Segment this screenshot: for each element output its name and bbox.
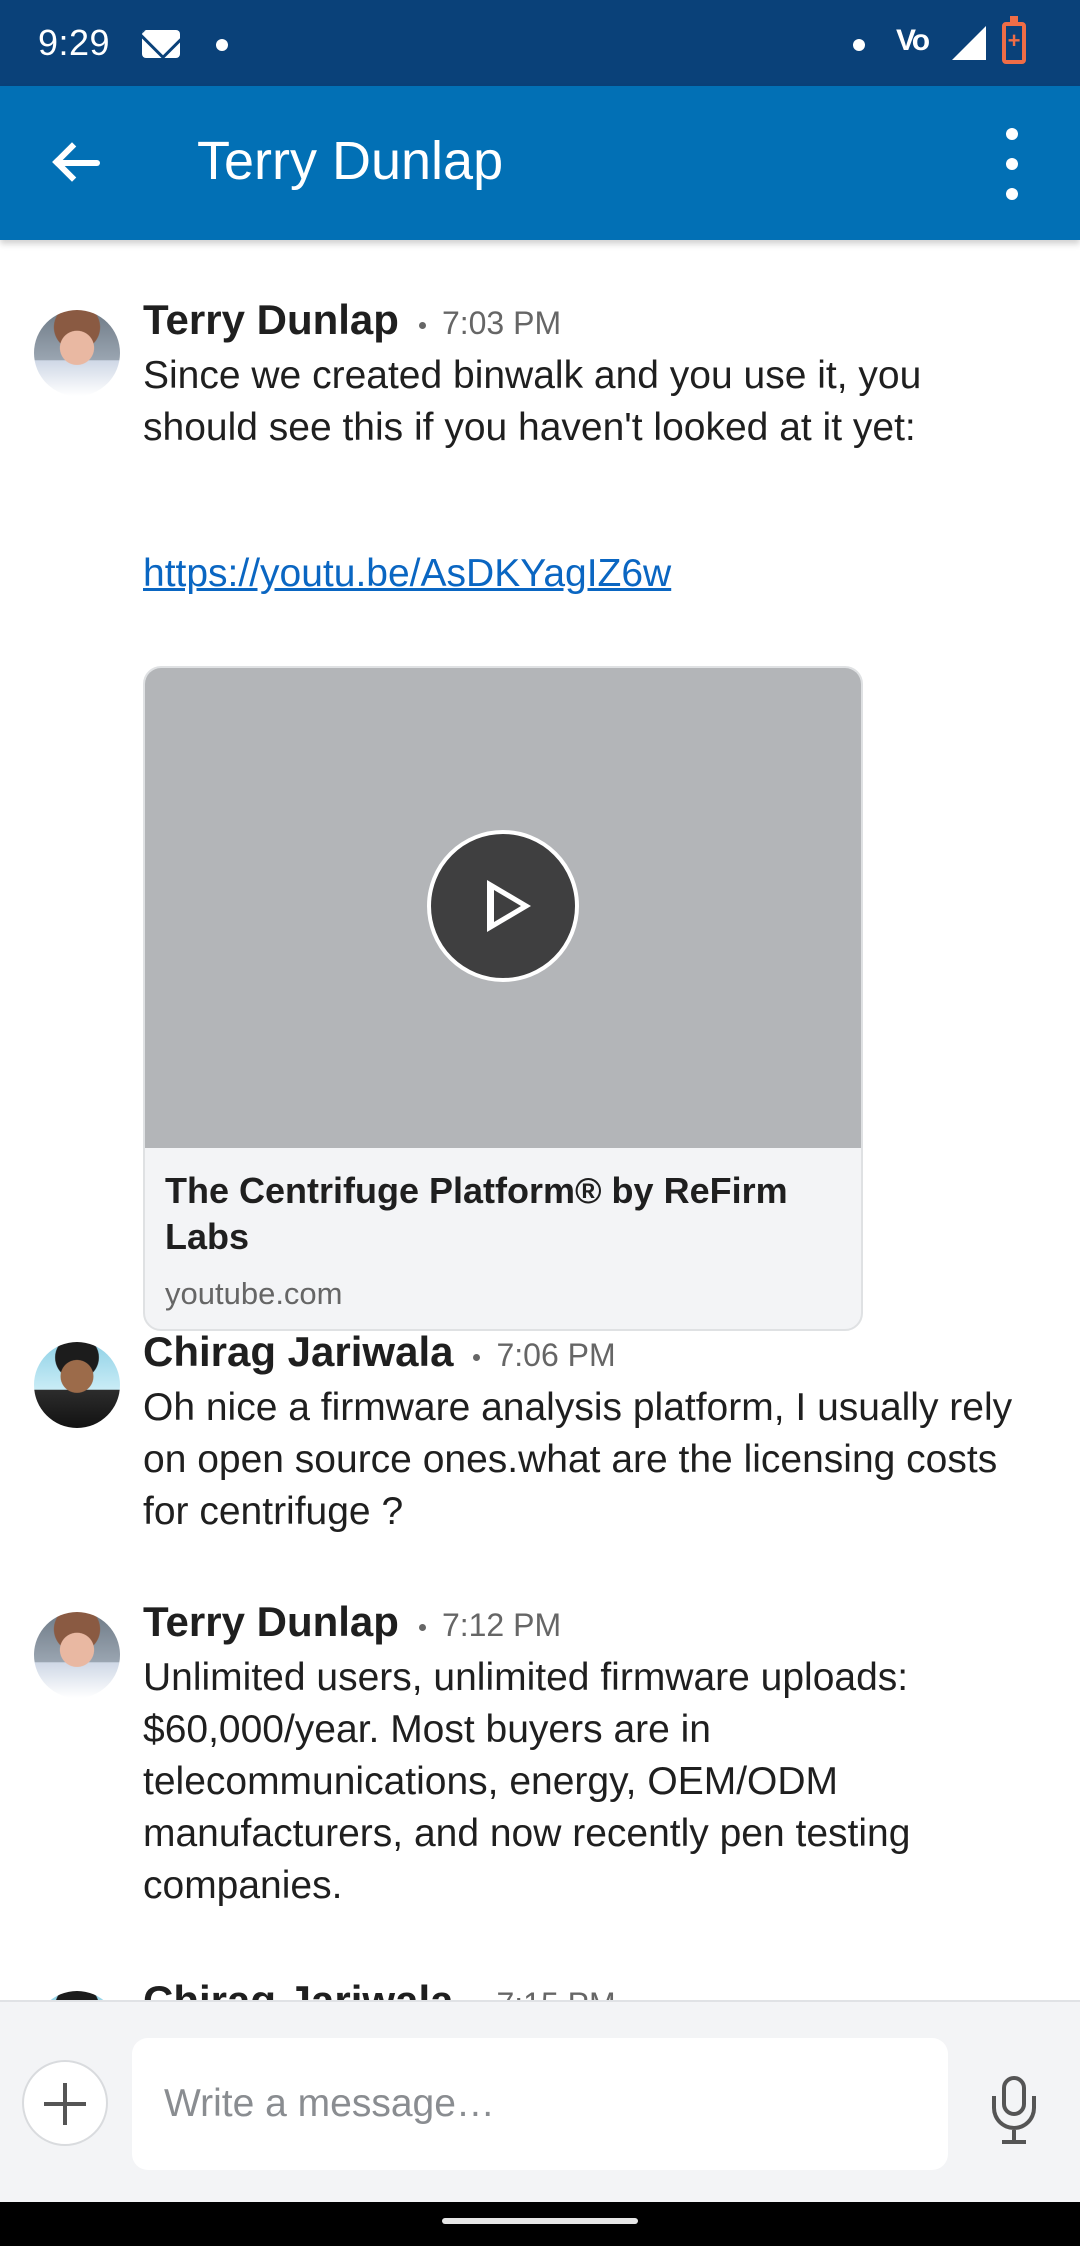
sender-name[interactable]: Chirag Jariwala <box>143 1328 453 1375</box>
separator-dot <box>418 322 426 330</box>
plus-icon[interactable] <box>22 2060 108 2146</box>
link-preview-card[interactable]: The Centrifuge Platform® by ReFirm Labs … <box>143 666 863 1331</box>
video-thumbnail[interactable] <box>145 668 861 1148</box>
volte-icon: Vo <box>896 24 930 57</box>
preview-title: The Centrifuge Platform® by ReFirm Labs <box>165 1170 788 1257</box>
back-button[interactable] <box>34 128 114 198</box>
status-dot-icon <box>853 39 865 51</box>
avatar[interactable] <box>34 1342 120 1428</box>
system-nav-bar <box>0 2202 1080 2246</box>
status-bar: 9:29 Vo <box>0 0 1080 86</box>
sender-name[interactable]: Terry Dunlap <box>143 1598 399 1645</box>
notification-dot-icon <box>216 39 228 51</box>
message-link[interactable]: https://youtu.be/AsDKYagIZ6w <box>143 552 671 596</box>
play-icon[interactable] <box>427 830 579 982</box>
message-list[interactable]: y Terry Dunlap7:03 PM Since we created b… <box>0 240 1080 2000</box>
message-header: Chirag Jariwala 7:15 PM <box>143 1977 616 2000</box>
message-header: Terry Dunlap 7:12 PM <box>143 1598 561 1646</box>
more-options-button[interactable] <box>990 124 1034 204</box>
message-text: Since we created binwalk and you use it,… <box>143 354 922 449</box>
conversation-title: Terry Dunlap <box>197 131 504 191</box>
battery-charging-icon <box>1002 16 1026 64</box>
microphone-icon[interactable] <box>984 2070 1044 2150</box>
message-input[interactable] <box>132 2038 948 2170</box>
avatar[interactable] <box>34 310 120 396</box>
message-time: 7:12 PM <box>441 1607 562 1643</box>
message-composer <box>0 2000 1080 2202</box>
avatar[interactable] <box>34 1612 120 1698</box>
preview-domain: youtube.com <box>165 1276 343 1311</box>
sender-name[interactable]: Terry Dunlap <box>143 296 399 343</box>
app-bar: Terry Dunlap <box>0 86 1080 240</box>
separator-dot <box>418 1624 426 1632</box>
mail-icon <box>142 30 180 58</box>
separator-dot <box>473 1354 481 1362</box>
message-time: 7:03 PM <box>441 305 562 341</box>
avatar[interactable] <box>34 1991 120 2000</box>
message-header: Chirag Jariwala 7:06 PM <box>143 1328 616 1376</box>
message-text: Unlimited users, unlimited firmware uplo… <box>143 1656 911 1907</box>
message-time: 7:06 PM <box>496 1337 616 1373</box>
sender-name[interactable]: Chirag Jariwala <box>143 1977 453 2000</box>
signal-icon <box>952 26 986 60</box>
home-gesture-handle[interactable] <box>442 2218 638 2224</box>
status-time: 9:29 <box>38 22 111 63</box>
message-text: Oh nice a firmware analysis platform, I … <box>143 1386 1013 1533</box>
message-header: Terry Dunlap 7:03 PM <box>143 296 561 344</box>
message-time: 7:15 PM <box>496 1986 615 2000</box>
more-vert-icon <box>1006 128 1018 140</box>
